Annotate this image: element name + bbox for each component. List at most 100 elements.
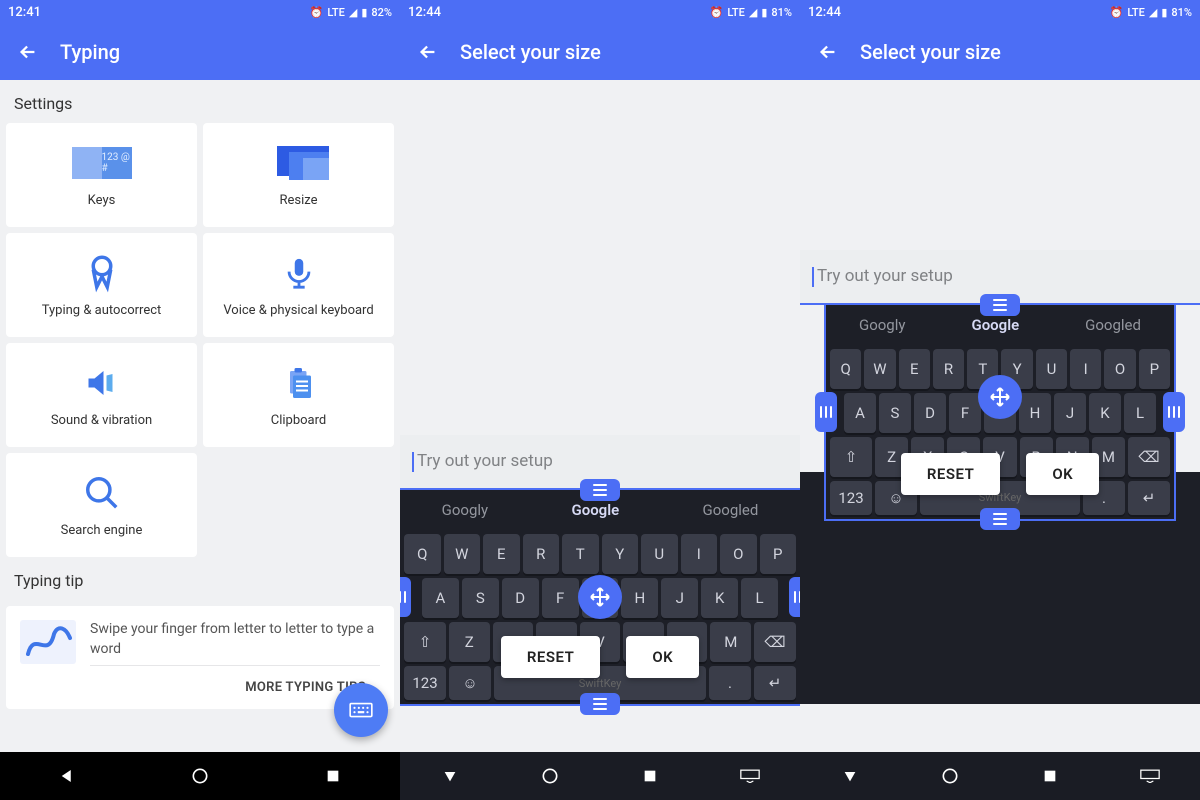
- screen-select-size-b: 12:44 ⏰ LTE ◢ ▮ 81% Select your size Try…: [800, 0, 1200, 800]
- nav-recent[interactable]: [321, 764, 345, 788]
- more-tips-button[interactable]: MORE TYPING TIPS: [90, 672, 380, 695]
- key-q[interactable]: Q: [404, 534, 441, 574]
- nav-home[interactable]: [938, 764, 962, 788]
- key-o[interactable]: O: [720, 534, 757, 574]
- key-q[interactable]: Q: [830, 349, 861, 389]
- nav-recent[interactable]: [638, 764, 662, 788]
- key-h[interactable]: H: [621, 578, 658, 618]
- key-d[interactable]: D: [502, 578, 539, 618]
- key-l[interactable]: L: [1124, 393, 1156, 433]
- key-a[interactable]: A: [844, 393, 876, 433]
- nav-bar: [400, 752, 800, 800]
- resize-handle-right[interactable]: [1163, 392, 1185, 432]
- key-r[interactable]: R: [523, 534, 560, 574]
- keyboard-resize-area[interactable]: Googly Google Googled QWERTYUIOP ASDFGHJ…: [826, 305, 1174, 519]
- search-icon: [72, 473, 132, 513]
- resize-handle-left[interactable]: [400, 577, 411, 617]
- key-j[interactable]: J: [661, 578, 698, 618]
- signal-icon: ◢: [349, 6, 357, 19]
- card-resize[interactable]: Resize: [203, 123, 394, 227]
- status-bar: 12:41 ⏰ LTE ◢ ▮ 82%: [0, 0, 400, 24]
- move-knob[interactable]: [578, 575, 622, 619]
- key-k[interactable]: K: [1089, 393, 1121, 433]
- key-w[interactable]: W: [864, 349, 895, 389]
- key-w[interactable]: W: [444, 534, 481, 574]
- nav-keyboard-hide[interactable]: [738, 764, 762, 788]
- nav-bar: [800, 752, 1200, 800]
- suggestion[interactable]: Googled: [703, 501, 759, 519]
- suggestion-selected[interactable]: Google: [571, 501, 619, 519]
- back-button[interactable]: [816, 40, 840, 64]
- nav-home[interactable]: [538, 764, 562, 788]
- key-e[interactable]: E: [899, 349, 930, 389]
- nav-recent[interactable]: [1038, 764, 1062, 788]
- move-knob[interactable]: [978, 375, 1022, 419]
- keys-icon-text: 123 @ #: [102, 147, 132, 179]
- key-h[interactable]: H: [1019, 393, 1051, 433]
- ok-button[interactable]: OK: [626, 636, 699, 678]
- try-placeholder: Try out your setup: [417, 451, 553, 471]
- key-p[interactable]: P: [760, 534, 797, 574]
- key-s[interactable]: S: [879, 393, 911, 433]
- card-voice-physical[interactable]: Voice & physical keyboard: [203, 233, 394, 337]
- key-k[interactable]: K: [701, 578, 738, 618]
- app-bar: Typing: [0, 24, 400, 80]
- nav-back[interactable]: [438, 764, 462, 788]
- back-button[interactable]: [416, 40, 440, 64]
- card-label: Typing & autocorrect: [42, 303, 162, 318]
- key-d[interactable]: D: [914, 393, 946, 433]
- appbar-title: Typing: [60, 40, 120, 64]
- key-i[interactable]: I: [681, 534, 718, 574]
- key-l[interactable]: L: [741, 578, 778, 618]
- appbar-title: Select your size: [460, 40, 601, 64]
- suggestion-selected[interactable]: Google: [971, 316, 1019, 334]
- key-t[interactable]: T: [562, 534, 599, 574]
- card-typing-autocorrect[interactable]: Typing & autocorrect: [6, 233, 197, 337]
- key-y[interactable]: Y: [602, 534, 639, 574]
- key-a[interactable]: A: [422, 578, 459, 618]
- reset-button[interactable]: RESET: [901, 453, 1000, 495]
- key-s[interactable]: S: [462, 578, 499, 618]
- signal-icon: ◢: [1149, 6, 1157, 19]
- suggestion[interactable]: Googly: [442, 501, 489, 519]
- screen-typing-settings: 12:41 ⏰ LTE ◢ ▮ 82% Typing Settings 123 …: [0, 0, 400, 800]
- resize-handle-bottom[interactable]: [980, 508, 1020, 530]
- key-f[interactable]: F: [949, 393, 981, 433]
- resize-handle-right[interactable]: [789, 577, 800, 617]
- card-label: Sound & vibration: [51, 413, 152, 428]
- card-clipboard[interactable]: Clipboard: [203, 343, 394, 447]
- nav-keyboard-hide[interactable]: [1138, 764, 1162, 788]
- nav-back[interactable]: [55, 764, 79, 788]
- nav-back[interactable]: [838, 764, 862, 788]
- back-button[interactable]: [16, 40, 40, 64]
- card-sound-vibration[interactable]: Sound & vibration: [6, 343, 197, 447]
- key-r[interactable]: R: [933, 349, 964, 389]
- battery-icon: ▮: [361, 6, 367, 19]
- key-i[interactable]: I: [1070, 349, 1101, 389]
- appbar-title: Select your size: [860, 40, 1001, 64]
- suggestion[interactable]: Googled: [1085, 316, 1141, 334]
- battery-icon: ▮: [1161, 6, 1167, 19]
- content: Settings 123 @ # Keys Resize Typing & au…: [0, 80, 400, 752]
- nav-home[interactable]: [188, 764, 212, 788]
- key-j[interactable]: J: [1054, 393, 1086, 433]
- key-u[interactable]: U: [641, 534, 678, 574]
- keyboard-resize-area[interactable]: Googly Google Googled QWERTYUIOP ASDFGHJ…: [400, 490, 800, 704]
- key-p[interactable]: P: [1139, 349, 1170, 389]
- suggestion[interactable]: Googly: [859, 316, 906, 334]
- card-search-engine[interactable]: Search engine: [6, 453, 197, 557]
- resize-handle-top[interactable]: [580, 479, 620, 501]
- key-o[interactable]: O: [1104, 349, 1135, 389]
- reset-button[interactable]: RESET: [501, 636, 600, 678]
- resize-handle-top[interactable]: [980, 294, 1020, 316]
- key-u[interactable]: U: [1036, 349, 1067, 389]
- key-f[interactable]: F: [542, 578, 579, 618]
- key-e[interactable]: E: [483, 534, 520, 574]
- keyboard-fab[interactable]: [334, 683, 388, 737]
- alarm-icon: ⏰: [1110, 6, 1124, 19]
- alarm-icon: ⏰: [710, 6, 724, 19]
- resize-handle-bottom[interactable]: [580, 693, 620, 715]
- card-keys[interactable]: 123 @ # Keys: [6, 123, 197, 227]
- resize-handle-left[interactable]: [815, 392, 837, 432]
- ok-button[interactable]: OK: [1026, 453, 1099, 495]
